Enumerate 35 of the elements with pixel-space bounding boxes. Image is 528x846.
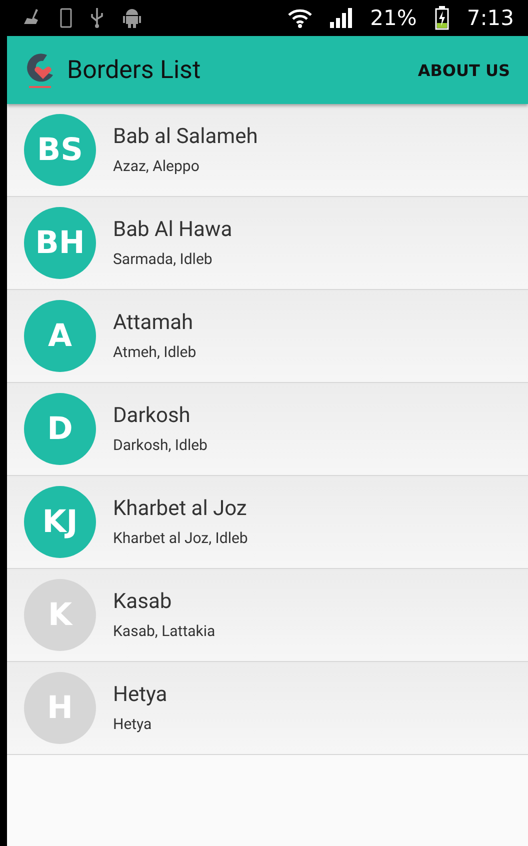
about-us-button[interactable]: ABOUT US <box>418 54 510 86</box>
initials-avatar: A <box>24 300 96 372</box>
phone-icon <box>60 8 72 28</box>
border-list-item[interactable]: A Attamah Atmeh, Idleb <box>7 290 528 383</box>
battery-icon <box>434 6 449 30</box>
initials-avatar: BS <box>24 114 96 186</box>
border-name: Kasab <box>113 590 173 614</box>
border-location: Darkosh, Idleb <box>113 436 208 454</box>
border-name: Hetya <box>113 683 168 707</box>
signal-icon <box>330 8 352 28</box>
border-name: Bab al Salameh <box>113 125 258 149</box>
logo-icon <box>25 51 55 89</box>
wifi-icon <box>288 8 312 28</box>
battery-percent: 21% <box>370 6 417 30</box>
border-name: Bab Al Hawa <box>113 218 232 242</box>
initials-avatar: D <box>24 393 96 465</box>
border-location: Kasab, Lattakia <box>113 622 216 640</box>
border-location: Atmeh, Idleb <box>113 343 196 361</box>
app-title: Borders List <box>67 56 202 84</box>
border-name: Darkosh <box>113 404 192 428</box>
clock-time: 7:13 <box>466 6 514 30</box>
border-location: Hetya <box>113 715 153 733</box>
border-list-item[interactable]: D Darkosh Darkosh, Idleb <box>7 383 528 476</box>
initials-avatar: KJ <box>24 486 96 558</box>
border-location: Sarmada, Idleb <box>113 250 214 268</box>
border-list-item[interactable]: BH Bab Al Hawa Sarmada, Idleb <box>7 197 528 290</box>
border-name: Kharbet al Joz <box>113 497 248 521</box>
border-list-item[interactable]: BS Bab al Salameh Azaz, Aleppo <box>7 104 528 197</box>
border-name: Attamah <box>113 311 194 335</box>
android-icon <box>122 7 142 29</box>
usb-icon <box>90 7 104 29</box>
initials-avatar: BH <box>24 207 96 279</box>
border-list-item[interactable]: KJ Kharbet al Joz Kharbet al Joz, Idleb <box>7 476 528 569</box>
border-location: Azaz, Aleppo <box>113 157 200 175</box>
border-location: Kharbet al Joz, Idleb <box>113 529 248 547</box>
